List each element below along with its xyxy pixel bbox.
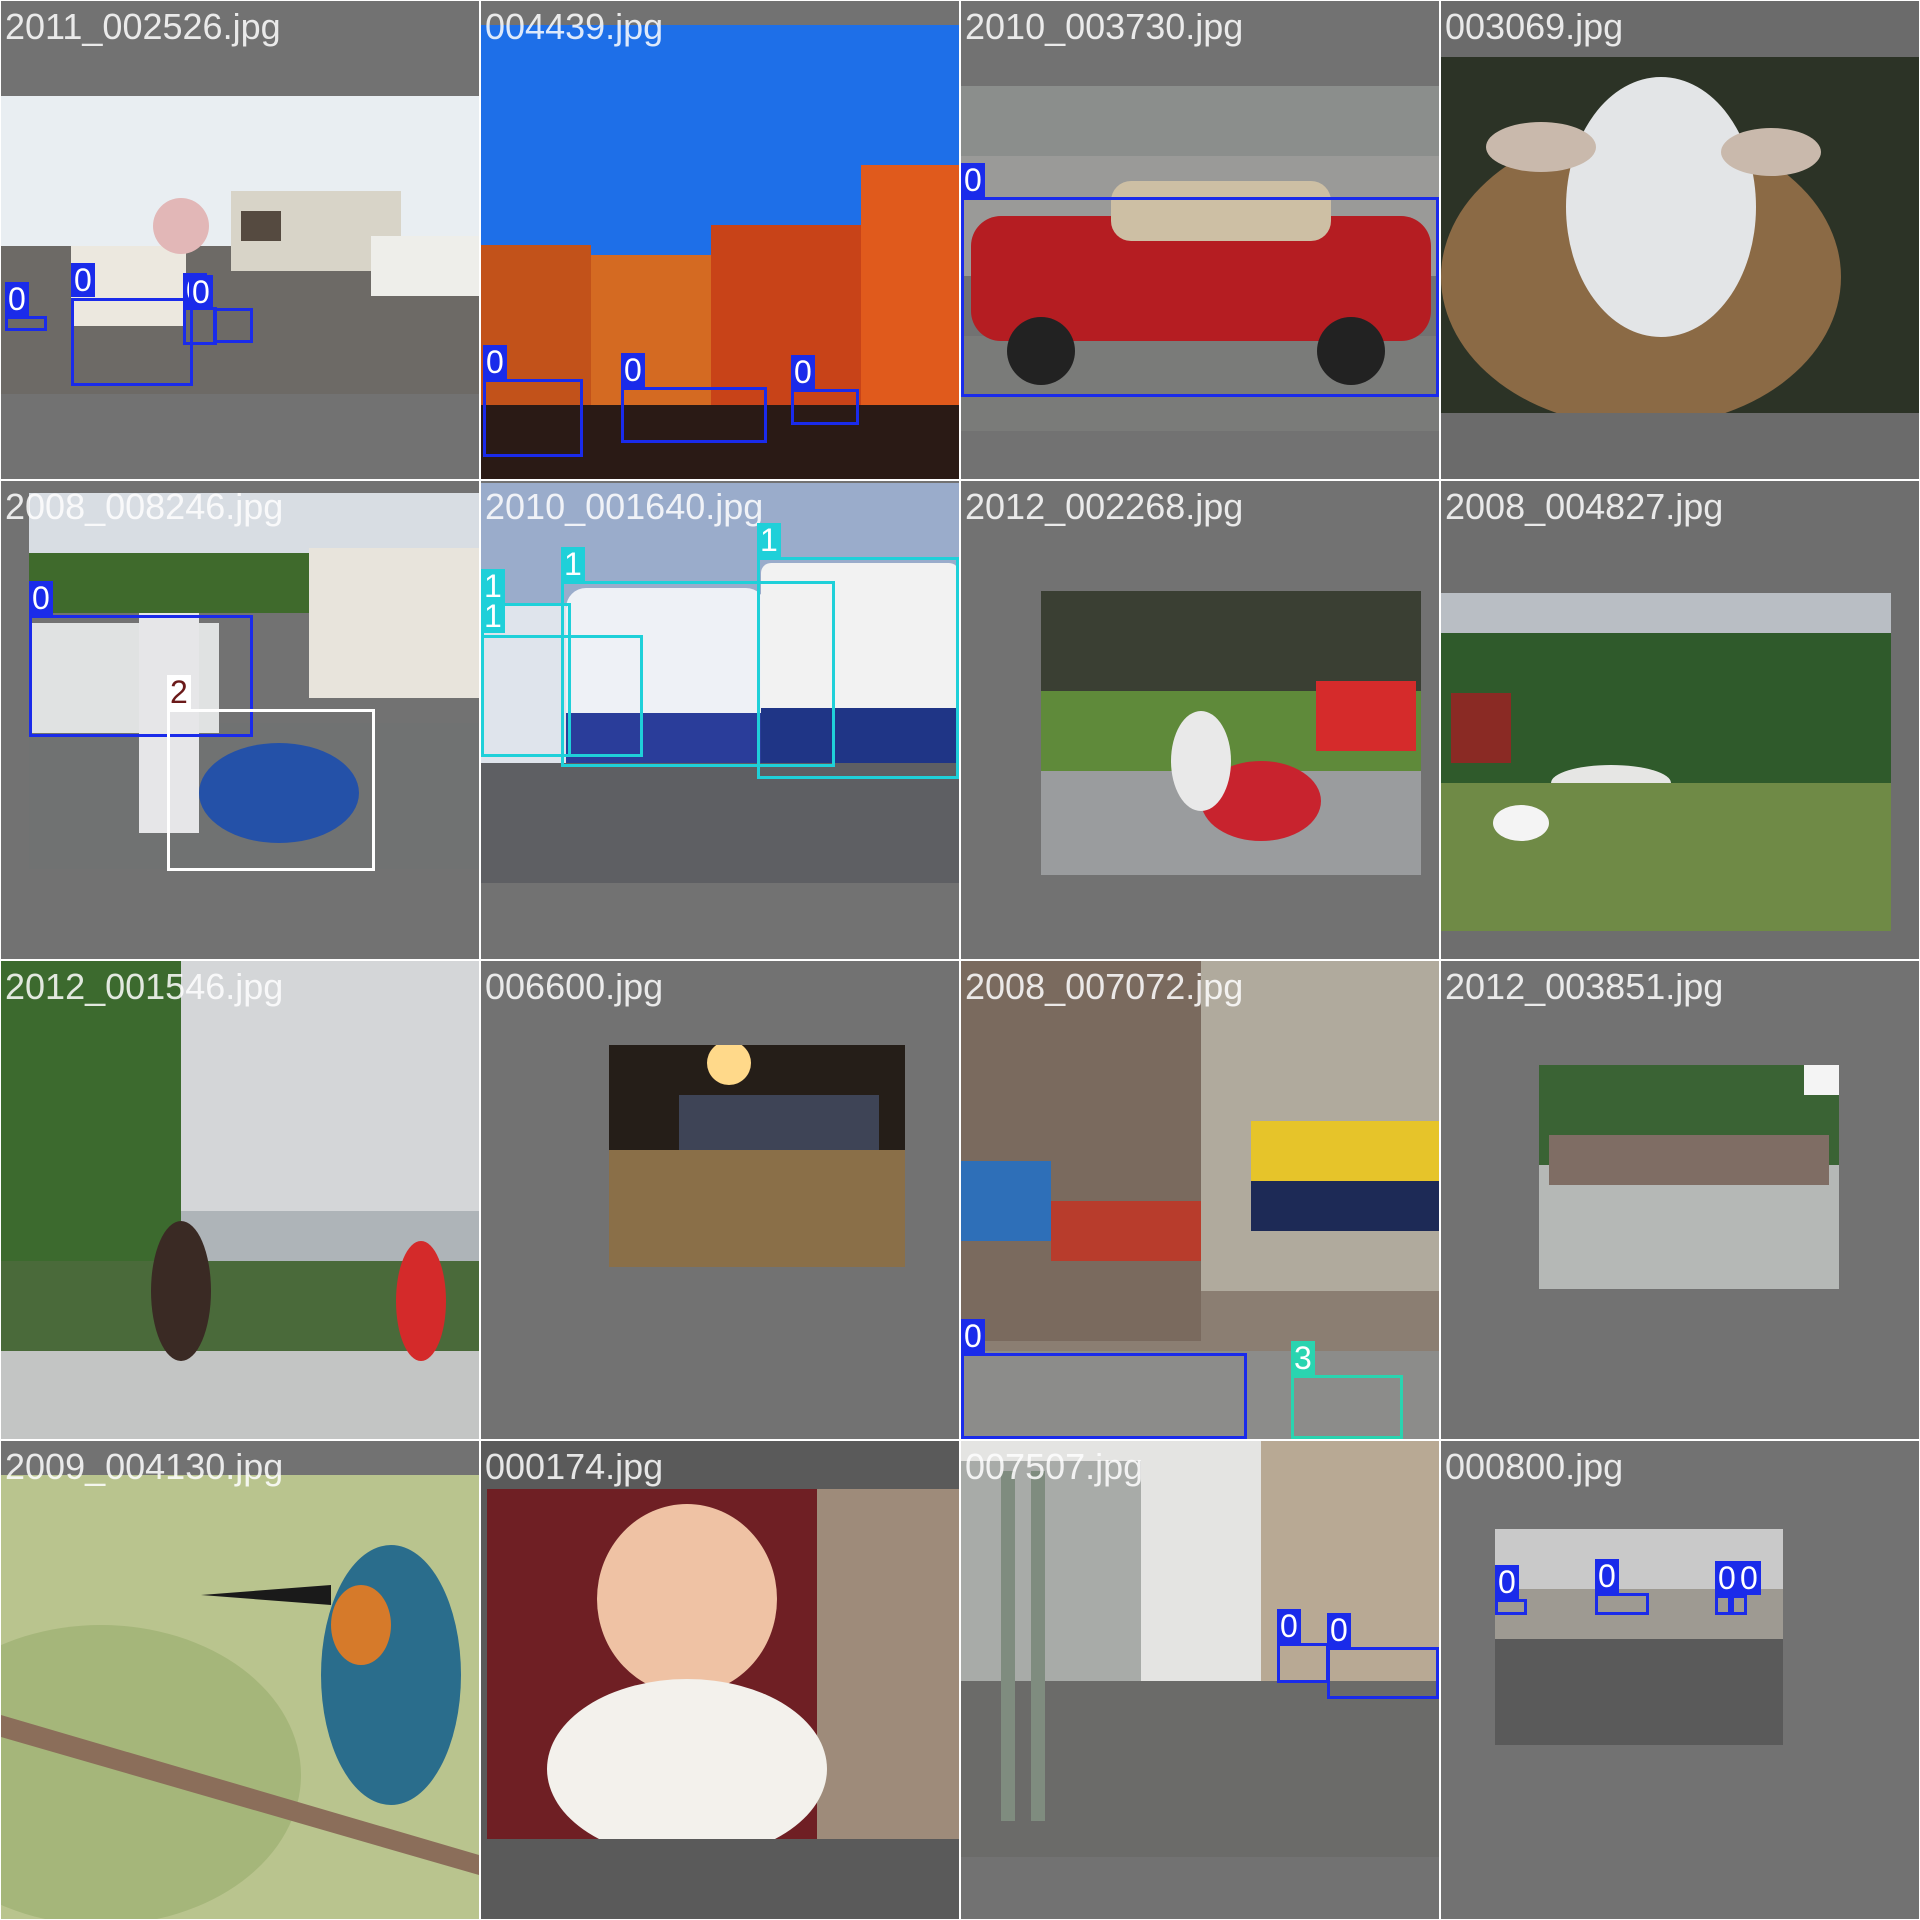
bbox-class-0 (1327, 1647, 1439, 1699)
bbox-label: 1 (757, 523, 781, 557)
bbox-label: 0 (1327, 1613, 1351, 1647)
filename-label: 2012_002268.jpg (965, 486, 1244, 527)
tile-2008-007072: 2008_007072.jpg 0 3 (961, 961, 1439, 1439)
bbox-label: 0 (1715, 1561, 1739, 1595)
filename-label: 004439.jpg (485, 6, 664, 47)
bbox-label: 0 (621, 353, 645, 387)
photo-sheep (1441, 57, 1919, 413)
tile-2012-003851: 2012_003851.jpg (1441, 961, 1919, 1439)
bbox-class-0 (1595, 1593, 1649, 1615)
tile-2008-008246: 2008_008246.jpg 0 2 (1, 481, 479, 959)
filename-label: 2011_002526.jpg (5, 6, 281, 47)
bbox-label: 0 (961, 163, 985, 197)
image-mosaic-grid: 2011_002526.jpg 0 0 0 0 004439.jpg 0 0 0 (0, 0, 1920, 1920)
tile-003069: 003069.jpg (1441, 1, 1919, 479)
bbox-class-0 (183, 307, 217, 345)
filename-label: 2009_004130.jpg (5, 1446, 284, 1487)
bbox-class-0 (483, 379, 583, 457)
photo-kingfisher (1, 1475, 479, 1919)
bbox-label: 0 (1595, 1559, 1619, 1593)
tile-004439: 004439.jpg 0 0 0 (481, 1, 959, 479)
bbox-label: 0 (189, 275, 213, 309)
bbox-label: 0 (5, 282, 29, 316)
filename-label: 000174.jpg (485, 1446, 664, 1487)
filename-label: 2010_003730.jpg (965, 6, 1244, 47)
photo-basketball-court (1539, 1065, 1839, 1289)
bbox-label: 0 (791, 355, 815, 389)
tile-000174: 000174.jpg (481, 1441, 959, 1919)
tile-006600: 006600.jpg (481, 961, 959, 1439)
bbox-class-0 (1495, 1599, 1527, 1615)
tile-2012-002268: 2012_002268.jpg (961, 481, 1439, 959)
tile-000800: 000800.jpg 0 0 0 0 (1441, 1441, 1919, 1919)
filename-label: 2012_001546.jpg (5, 966, 284, 1007)
bbox-class-0 (1731, 1595, 1747, 1615)
bbox-label: 0 (1277, 1609, 1301, 1643)
bbox-class-3 (1291, 1375, 1403, 1439)
filename-label: 2008_004827.jpg (1445, 486, 1724, 527)
bbox-class-0 (961, 1353, 1247, 1439)
photo-night-train (609, 1045, 905, 1267)
bbox-label: 0 (29, 581, 53, 615)
tile-007507: 007507.jpg 0 0 (961, 1441, 1439, 1919)
bbox-label: 1 (481, 599, 505, 633)
bbox-label: 3 (1291, 1341, 1315, 1375)
bbox-class-0 (5, 316, 47, 331)
tile-2008-004827: 2008_004827.jpg (1441, 481, 1919, 959)
bbox-class-0 (961, 197, 1439, 397)
bbox-class-0 (1715, 1595, 1731, 1615)
bbox-label: 0 (1495, 1565, 1519, 1599)
tile-2011-002526: 2011_002526.jpg 0 0 0 0 (1, 1, 479, 479)
photo-baby (487, 1489, 959, 1839)
tile-2010-003730: 2010_003730.jpg 0 (961, 1, 1439, 479)
filename-label: 007507.jpg (965, 1446, 1144, 1487)
filename-label: 2008_007072.jpg (965, 966, 1244, 1007)
bbox-class-0 (621, 387, 767, 443)
photo-pedestrians (1, 961, 479, 1439)
photo-motorcycle-race (1041, 591, 1421, 875)
bbox-label: 1 (561, 547, 585, 581)
bbox-class-0 (71, 298, 193, 386)
bbox-label: 0 (961, 1319, 985, 1353)
filename-label: 000800.jpg (1445, 1446, 1624, 1487)
bbox-label: 0 (1737, 1561, 1761, 1595)
bbox-class-0 (791, 389, 859, 425)
bbox-class-1 (757, 557, 959, 779)
bbox-label: 0 (71, 263, 95, 297)
filename-label: 2008_008246.jpg (5, 486, 284, 527)
bbox-class-2 (167, 709, 375, 871)
bbox-label: 2 (167, 675, 191, 709)
filename-label: 003069.jpg (1445, 6, 1624, 47)
filename-label: 2010_001640.jpg (485, 486, 764, 527)
filename-label: 2012_003851.jpg (1445, 966, 1724, 1007)
photo-cow-field (1441, 593, 1891, 931)
tile-2012-001546: 2012_001546.jpg (1, 961, 479, 1439)
tile-2009-004130: 2009_004130.jpg (1, 1441, 479, 1919)
filename-label: 006600.jpg (485, 966, 664, 1007)
bbox-label: 0 (483, 345, 507, 379)
bbox-class-0 (213, 308, 253, 343)
tile-2010-001640: 2010_001640.jpg 1 1 1 1 (481, 481, 959, 959)
bbox-class-0 (1277, 1643, 1329, 1683)
